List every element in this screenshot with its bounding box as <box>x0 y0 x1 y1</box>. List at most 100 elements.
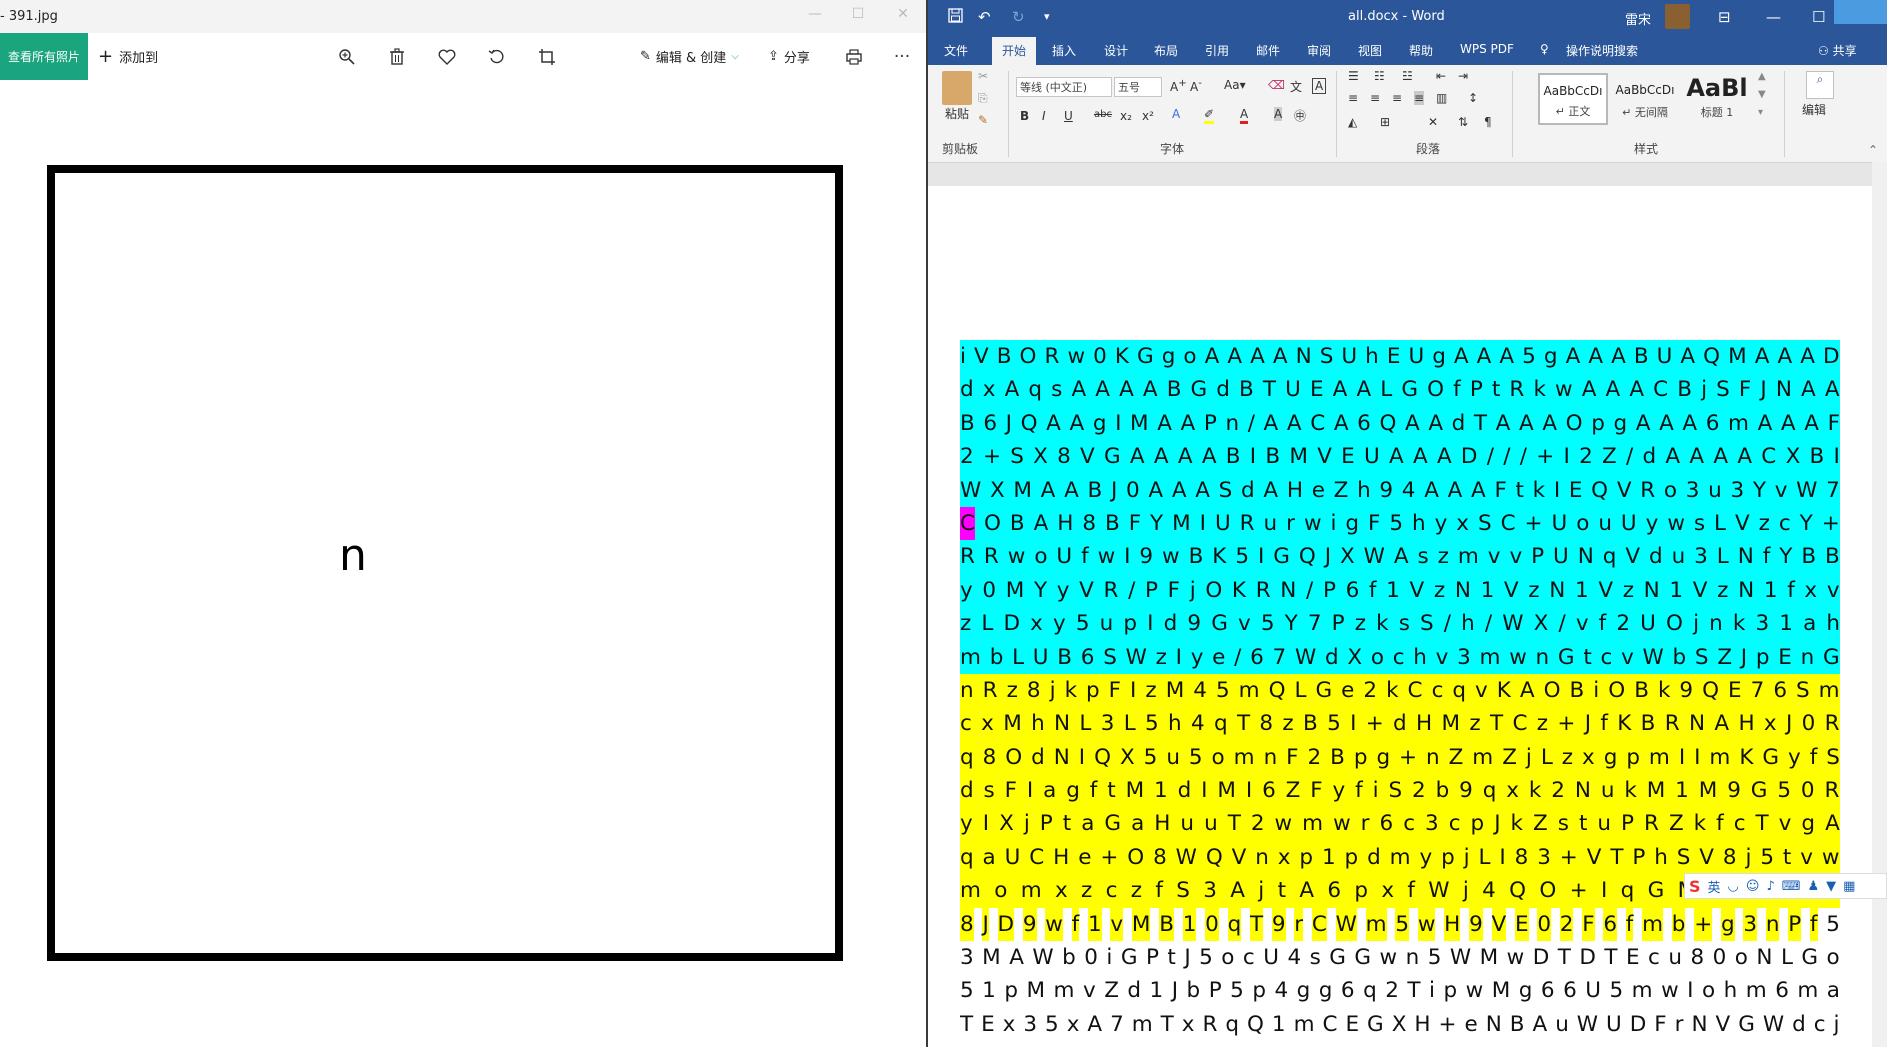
shading-icon[interactable]: ◭ <box>1348 115 1357 129</box>
font-name-select[interactable]: 等线 (中文正) <box>1016 77 1112 97</box>
ime-language-toggle[interactable]: 英 <box>1708 877 1721 896</box>
share-button[interactable]: ⚇ 共享 <box>1818 42 1857 59</box>
styles-scroll-up-icon[interactable]: ▲ <box>1758 71 1766 82</box>
document-line[interactable]: 3MAWb0iGPtJ5ocU4sGGwn5WMwDTDTEcu80oNLGo <box>960 941 1840 974</box>
cut-icon[interactable]: ✂ <box>978 69 988 83</box>
add-to-button[interactable]: + 添加到 <box>98 46 158 67</box>
style-normal[interactable]: AaBbCcDı ↵ 正文 <box>1538 73 1608 125</box>
style-no-spacing[interactable]: AaBbCcDı ↵ 无间隔 <box>1610 73 1680 125</box>
document-line[interactable]: m b L U B 6 S Wz Iy e/6 7 Wd Xo c h v 3 m w n Gt c v Wb S Z Jp En G <box>960 640 1840 674</box>
find-icon[interactable]: ⌕ <box>1806 71 1834 99</box>
font-size-select[interactable]: 五号 <box>1114 77 1162 97</box>
tab-help[interactable]: 帮助 <box>1409 42 1433 59</box>
distributed-icon[interactable]: ▥ <box>1436 91 1447 105</box>
font-color-icon[interactable]: A <box>1240 107 1249 124</box>
document-line[interactable]: q 8 Od N I Q X 5 u 5 o m n F 2 Bp g + n Zm Zj Lz x g p m I Im K Gy f S <box>960 740 1840 775</box>
crop-icon[interactable] <box>536 46 558 68</box>
document-line[interactable]: nRz8jkpFIzM45mQLGe2kCcqvKAOBiOBk9QE76Sm <box>960 673 1840 708</box>
numbering-icon[interactable]: ☷ <box>1374 69 1385 83</box>
zoom-in-icon[interactable] <box>336 46 358 68</box>
align-left-icon[interactable]: ≡ <box>1348 91 1358 105</box>
highlight-icon[interactable]: ✐ <box>1204 107 1215 124</box>
minimize-icon[interactable]: — <box>800 6 830 22</box>
tab-layout[interactable]: 布局 <box>1154 42 1178 59</box>
sort-icon[interactable]: ⇅ <box>1458 115 1468 129</box>
delete-icon[interactable] <box>386 46 408 68</box>
document-page[interactable]: iVBORw0KGgoAAAANSUhEUgAAA5gAAABUAQMAAADd… <box>928 186 1872 1047</box>
save-icon[interactable] <box>948 8 963 27</box>
shrink-font-icon[interactable]: A- <box>1190 78 1202 94</box>
char-shading-icon[interactable]: A <box>1274 107 1283 121</box>
document-line[interactable]: z L Dx y 5 u p Id 9 Gv 5 Y 7 Pz k s S / h / W X / v f 2 U Oj n k 3 1 a h <box>960 607 1840 641</box>
clear-format-icon[interactable]: ⌫ <box>1268 78 1285 92</box>
superscript-icon[interactable]: x² <box>1142 109 1154 123</box>
tab-design[interactable]: 设计 <box>1104 42 1128 59</box>
decrease-indent-icon[interactable]: ⇤ <box>1436 69 1446 83</box>
increase-indent-icon[interactable]: ⇥ <box>1458 69 1468 83</box>
document-line[interactable]: RRwoUfwI9wBK5IGQJXWAszmvvPUNqVdu3LNfYBB <box>960 540 1840 574</box>
styles-more-icon[interactable]: ▾ <box>1758 107 1763 118</box>
document-line[interactable]: 2 + S X 8 V G A A A A B I B M V E U A A A D / / / + I 2 Z / d A A A A C X B I <box>960 440 1840 474</box>
minimize-icon[interactable]: — <box>1766 8 1781 26</box>
paste-icon[interactable] <box>942 71 972 105</box>
tab-wps-pdf[interactable]: WPS PDF <box>1460 42 1514 56</box>
subscript-icon[interactable]: x₂ <box>1120 109 1132 123</box>
line-spacing-icon[interactable]: ↕ <box>1468 91 1478 105</box>
edit-create-button[interactable]: ✎ 编辑 & 创建 ⌵ <box>640 47 739 66</box>
document-line[interactable]: 51pMmvZd1JbP5p4gg6q2TipwMg66U5mwIohm6ma <box>960 974 1840 1007</box>
ime-toolbar[interactable]: S 英 ◡ ☺ ♪ ⌨ ♟ ▼ ▦ <box>1684 873 1887 899</box>
maximize-icon[interactable]: ☐ <box>843 6 873 22</box>
vertical-scrollbar[interactable] <box>1872 162 1887 1047</box>
tab-references[interactable]: 引用 <box>1205 42 1229 59</box>
bold-icon[interactable]: B <box>1020 109 1029 123</box>
document-line[interactable]: T Ex 3 5 x A 7 m Tx Rq Q 1 m C E G X H + e N B Au W U D Fr N V G Wd c j <box>960 1008 1840 1041</box>
user-name[interactable]: 雷宋 <box>1625 9 1651 28</box>
copy-icon[interactable]: ⎘ <box>978 91 988 106</box>
document-line[interactable]: B 6 J Q A Ag I M A A Pn / A A C A 6 Q A Ad T A A A Op g A A A 6 m A A A F <box>960 406 1840 441</box>
underline-icon[interactable]: U <box>1064 109 1073 123</box>
styles-scroll-down-icon[interactable]: ▼ <box>1758 89 1766 100</box>
print-icon[interactable] <box>843 46 865 68</box>
document-line[interactable]: q a U C He + O 8 W Q Vn x p 1 p d m y p j L I 8 3 + V T Ph S V 8 j 5 t v w <box>960 840 1840 875</box>
more-icon[interactable]: ··· <box>891 46 913 68</box>
chinese-layout-icon[interactable]: ✕ <box>1428 115 1438 129</box>
document-line[interactable]: dsFIagftM1dIMI6ZFyfiS2b9qxk2NukM1M9G50R <box>960 774 1840 808</box>
strikethrough-icon[interactable]: abc <box>1094 109 1112 120</box>
ribbon-display-icon[interactable]: ⊟ <box>1718 8 1731 26</box>
microphone-icon[interactable]: ♪ <box>1766 879 1774 894</box>
paste-label[interactable]: 粘贴 <box>942 105 972 122</box>
bullets-icon[interactable]: ☰ <box>1348 69 1359 83</box>
tab-file[interactable]: 文件 <box>944 42 968 59</box>
show-marks-icon[interactable]: ¶ <box>1484 115 1492 129</box>
tab-review[interactable]: 审阅 <box>1307 42 1331 59</box>
borders-icon[interactable]: ⊞ <box>1380 115 1390 129</box>
document-line[interactable]: WXMAABJ0AAASdAHeZh94AAAFtkIEQVRo3u3YvW7 <box>960 473 1840 507</box>
emoji-icon[interactable]: ☺ <box>1746 879 1760 894</box>
justify-icon[interactable]: ≡ <box>1414 91 1425 105</box>
document-line[interactable]: 8 J D 9 w f 1 v M B 1 0 q T 9 r C Wm 5 w H 9 V E 0 2 F 6 f m b + g 3 n Pf 5 <box>960 907 1840 942</box>
customize-qat-icon[interactable]: ▾ <box>1044 10 1050 23</box>
grow-font-icon[interactable]: A+ <box>1170 78 1187 94</box>
align-center-icon[interactable]: ≡ <box>1370 91 1380 105</box>
collapse-ribbon-icon[interactable]: ⌃ <box>1868 143 1878 157</box>
edit-group-label[interactable]: 编辑 <box>1802 101 1826 118</box>
heart-icon[interactable] <box>436 46 458 68</box>
enclose-char-icon[interactable]: ㊥ <box>1294 107 1306 124</box>
tab-mailings[interactable]: 邮件 <box>1256 42 1280 59</box>
tab-home[interactable]: 开始 <box>992 37 1037 66</box>
document-line[interactable]: yIXjPtaGaHuuT2wmwr6c3cpJkZstuPRZkfcTvgA <box>960 807 1840 841</box>
cloud-sync-icon[interactable] <box>1834 0 1887 24</box>
document-line[interactable]: y 0 M Yy V R / P Fj O K R N / P 6 f 1 Vz N 1 Vz N 1 Vz N 1 Vz N 1 f x v <box>960 573 1840 608</box>
style-heading-1[interactable]: AaBl 标题 1 <box>1682 73 1752 125</box>
tab-view[interactable]: 视图 <box>1358 42 1382 59</box>
share-button[interactable]: ⇪ 分享 <box>768 47 810 66</box>
undo-icon[interactable]: ↶ <box>978 8 991 26</box>
multilevel-list-icon[interactable]: ☳ <box>1402 69 1413 83</box>
align-right-icon[interactable]: ≡ <box>1392 91 1402 105</box>
char-border-icon[interactable]: A <box>1312 78 1327 94</box>
keyboard-icon[interactable]: ⌨ <box>1782 879 1801 894</box>
italic-icon[interactable]: I <box>1042 109 1046 123</box>
tell-me-search[interactable]: 操作说明搜索 <box>1566 42 1638 59</box>
document-line[interactable]: c x Mh N L 3 L 5 h 4 q T 8 z B 5 I + d H Mz T Cz + Jf K B R N A Hx J 0 R <box>960 707 1840 741</box>
view-all-photos-button[interactable]: 查看所有照片 <box>0 33 88 80</box>
